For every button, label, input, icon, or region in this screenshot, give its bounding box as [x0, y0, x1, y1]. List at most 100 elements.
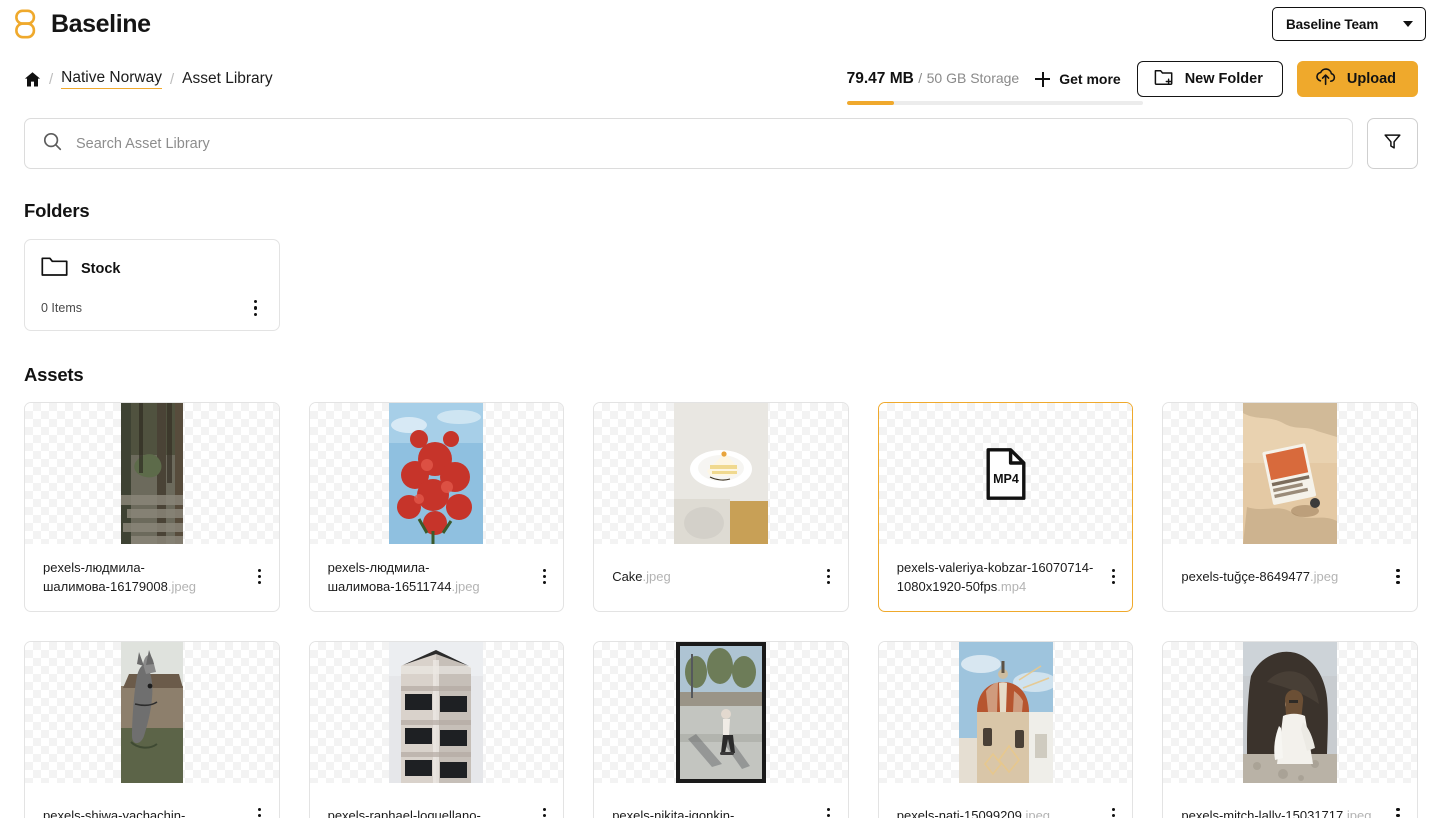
mp4-file-icon: MP4	[985, 447, 1027, 500]
kebab-menu-icon[interactable]	[535, 806, 553, 818]
folder-icon	[41, 256, 68, 282]
asset-filename-extension: .jpeg	[451, 578, 480, 594]
asset-filename-base: pexels-mitch-lally-15031717	[1181, 808, 1344, 818]
asset-thumbnail-image	[673, 403, 768, 544]
folder-item-count: 0 Items	[41, 301, 82, 315]
asset-filename: pexels-mitch-lally-15031717.jpeg	[1181, 806, 1371, 818]
kebab-menu-icon[interactable]	[247, 298, 265, 318]
asset-filename-base: pexels-tuğçe-8649477	[1181, 569, 1311, 584]
filter-button[interactable]	[1367, 118, 1418, 169]
asset-thumbnail-image	[675, 642, 766, 783]
asset-filename: pexels-людмила-шалимова-16511744.jpeg	[328, 558, 530, 596]
asset-thumbnail	[594, 642, 848, 783]
asset-filename: pexels-nikita-igonkin-	[612, 806, 734, 818]
folder-card-header: Stock	[41, 256, 265, 282]
storage-text-group: 79.47 MB / 50 GB Storage	[847, 70, 1020, 88]
asset-filename: Cake.jpeg	[612, 567, 671, 586]
assets-section-title: Assets	[24, 364, 84, 385]
asset-card[interactable]: pexels-людмила-шалимова-16511744.jpeg	[308, 402, 565, 612]
asset-filename-extension: .mp4	[997, 578, 1027, 594]
asset-thumbnail-image	[389, 403, 484, 544]
assets-grid: pexels-людмила-шалимова-16179008.jpeg pex…	[0, 402, 1440, 818]
folder-name: Stock	[81, 261, 121, 277]
brand[interactable]: Baseline	[14, 9, 151, 39]
asset-card[interactable]: pexels-tuğçe-8649477.jpeg	[1162, 402, 1418, 612]
asset-card[interactable]: pexels-nati-15099209.jpeg	[877, 641, 1134, 818]
team-switcher[interactable]: Baseline Team	[1272, 7, 1426, 41]
asset-thumbnail	[309, 642, 564, 783]
upload-button[interactable]: Upload	[1296, 61, 1418, 97]
asset-filename-base: pexels-shiwa-yachachin-	[43, 808, 186, 818]
storage-progress-fill	[846, 101, 894, 105]
asset-meta: pexels-nikita-igonkin-	[594, 783, 848, 818]
asset-filename-base: pexels-людмила-шалимова-16511744	[327, 559, 452, 594]
asset-meta: pexels-людмила-шалимова-16511744.jpeg	[310, 544, 564, 611]
folder-plus-icon	[1154, 68, 1174, 90]
breadcrumb-separator-1: /	[49, 70, 54, 88]
asset-card-selected[interactable]: MP4 pexels-valeriya-kobzar-16070714-1080x…	[877, 402, 1134, 612]
asset-thumbnail	[309, 403, 564, 544]
asset-card[interactable]: Cake.jpeg	[593, 402, 849, 612]
asset-filename-extension: .jpeg	[1021, 808, 1051, 818]
kebab-menu-icon[interactable]	[251, 806, 269, 818]
get-more-storage-button[interactable]: Get more	[1035, 71, 1121, 87]
asset-thumbnail	[878, 642, 1133, 783]
new-folder-button[interactable]: New Folder	[1136, 61, 1283, 97]
asset-meta: pexels-valeriya-kobzar-16070714-1080x192…	[879, 544, 1133, 611]
asset-thumbnail-image	[1243, 642, 1338, 783]
search-input[interactable]	[76, 119, 1334, 168]
asset-filename-extension: .jpeg	[1310, 569, 1339, 584]
asset-thumbnail-image	[958, 642, 1053, 783]
asset-filename-extension: .jpeg	[167, 578, 197, 594]
asset-filename: pexels-tuğçe-8649477.jpeg	[1181, 567, 1338, 586]
asset-thumbnail	[1163, 642, 1417, 783]
kebab-menu-icon[interactable]	[251, 567, 269, 587]
kebab-menu-icon[interactable]	[1104, 567, 1122, 587]
asset-thumbnail	[594, 403, 848, 544]
kebab-menu-icon[interactable]	[820, 806, 838, 818]
asset-filename-base: pexels-nikita-igonkin-	[612, 808, 735, 818]
kebab-menu-icon[interactable]	[1389, 567, 1407, 587]
folder-card[interactable]: Stock 0 Items	[24, 239, 280, 331]
kebab-menu-icon[interactable]	[1389, 806, 1407, 818]
cloud-upload-icon	[1315, 68, 1336, 90]
asset-thumbnail	[25, 642, 279, 783]
asset-meta: pexels-nati-15099209.jpeg	[879, 783, 1133, 818]
filter-funnel-icon	[1383, 132, 1402, 156]
asset-thumbnail: MP4	[878, 403, 1133, 544]
asset-card[interactable]: pexels-людмила-шалимова-16179008.jpeg	[24, 402, 280, 612]
kebab-menu-icon[interactable]	[535, 567, 553, 587]
asset-filename-base: pexels-valeriya-kobzar-16070714-1080x192…	[896, 559, 1094, 594]
asset-card[interactable]: pexels-raphael-loquellano-	[308, 641, 565, 818]
kebab-menu-icon[interactable]	[820, 567, 838, 587]
asset-card[interactable]: pexels-mitch-lally-15031717.jpeg	[1162, 641, 1418, 818]
search-box[interactable]	[24, 118, 1353, 169]
team-switcher-label: Baseline Team	[1286, 16, 1379, 32]
asset-filename: pexels-valeriya-kobzar-16070714-1080x192…	[897, 558, 1099, 596]
chevron-down-icon	[1403, 21, 1413, 27]
storage-indicator: 79.47 MB / 50 GB Storage Get more	[846, 70, 1143, 105]
storage-total-label: 50 GB Storage	[926, 70, 1020, 86]
asset-filename-base: pexels-nati-15099209	[896, 808, 1022, 818]
baseline-logo-icon	[14, 9, 42, 39]
plus-icon	[1035, 71, 1051, 87]
asset-filename: pexels-shiwa-yachachin-	[43, 806, 185, 818]
asset-card[interactable]: pexels-shiwa-yachachin-	[24, 641, 280, 818]
asset-filename: pexels-людмила-шалимова-16179008.jpeg	[43, 558, 245, 596]
folders-section-title: Folders	[24, 200, 90, 221]
asset-filename: pexels-nati-15099209.jpeg	[897, 806, 1050, 818]
breadcrumb-actions: 79.47 MB / 50 GB Storage Get more New Fo…	[846, 61, 1418, 105]
breadcrumb-item-native-norway[interactable]: Native Norway	[61, 69, 162, 89]
asset-thumbnail-image	[120, 403, 183, 544]
breadcrumb-separator-2: /	[169, 70, 175, 88]
new-folder-label: New Folder	[1184, 71, 1263, 87]
search-row	[0, 118, 1440, 169]
storage-divider: /	[918, 70, 923, 86]
home-icon[interactable]	[24, 71, 41, 88]
asset-filename-base: Cake	[612, 569, 643, 584]
get-more-label: Get more	[1059, 71, 1121, 87]
asset-thumbnail-image	[1243, 403, 1338, 544]
storage-used-value: 79.47 MB	[846, 70, 914, 87]
kebab-menu-icon[interactable]	[1104, 806, 1122, 818]
asset-card[interactable]: pexels-nikita-igonkin-	[593, 641, 849, 818]
